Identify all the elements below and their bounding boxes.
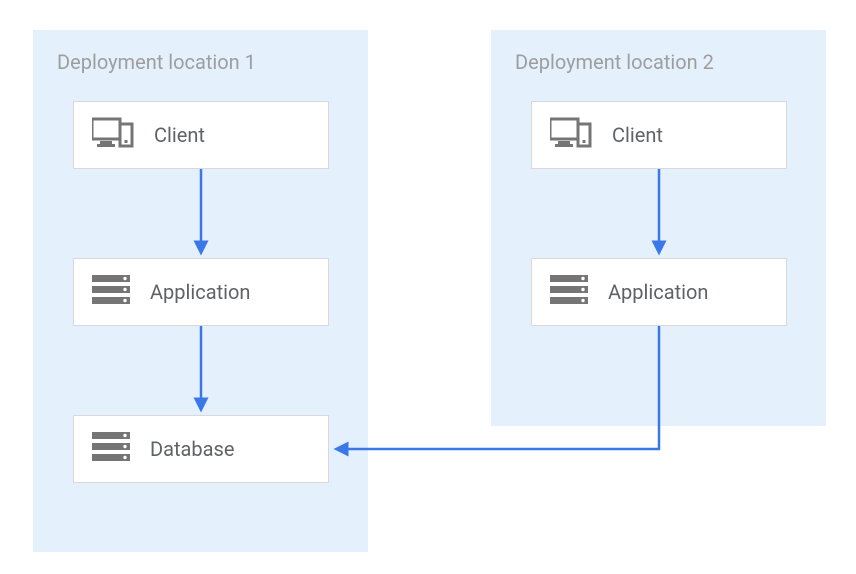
arrows-layer: [0, 0, 856, 574]
arrow-app2-db1: [336, 326, 659, 449]
